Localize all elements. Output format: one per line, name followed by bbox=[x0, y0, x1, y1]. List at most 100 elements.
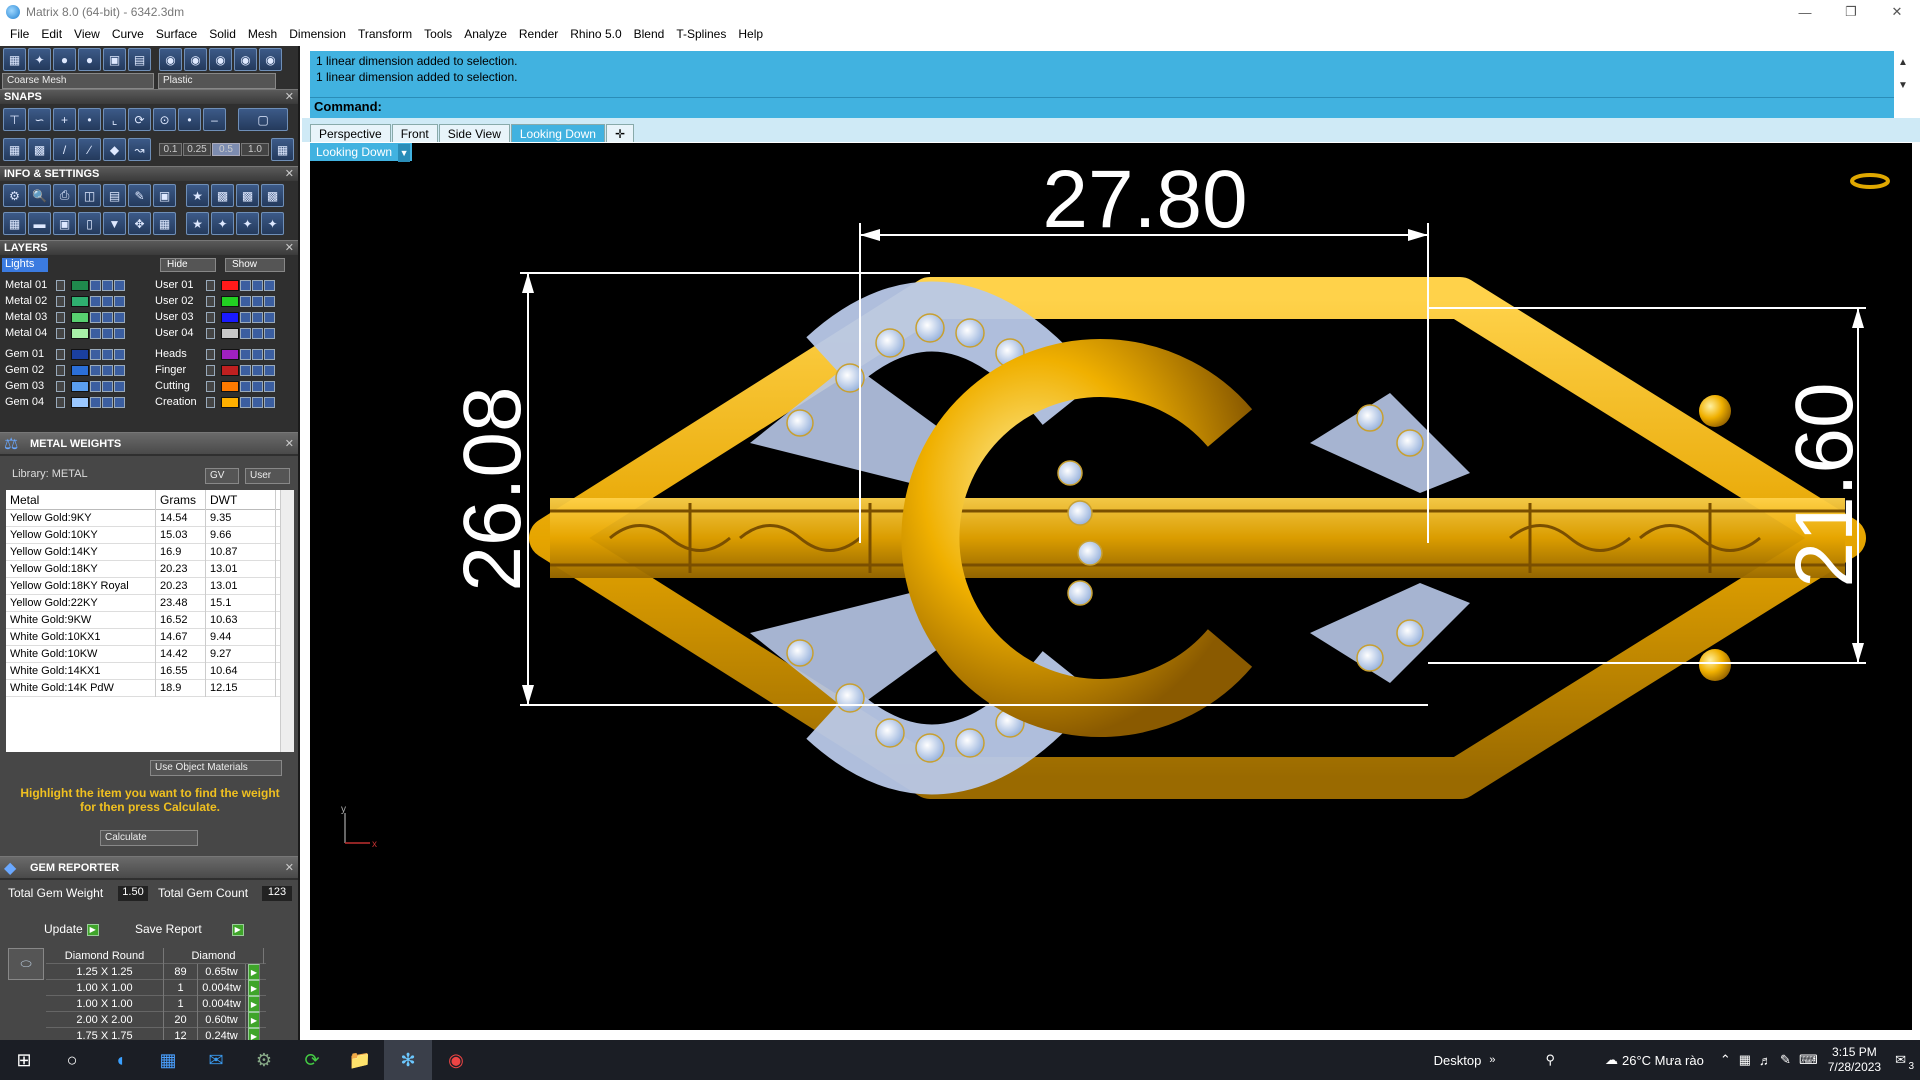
user-button[interactable]: User bbox=[245, 468, 290, 484]
snap-point-icon[interactable]: + bbox=[53, 108, 76, 131]
tool-g-icon[interactable]: ✦ bbox=[236, 212, 259, 235]
snap-int-icon[interactable]: ⟳ bbox=[128, 108, 151, 131]
snap-quad-icon[interactable]: – bbox=[203, 108, 226, 131]
wireframe-icon[interactable]: ▦ bbox=[3, 48, 26, 71]
chrome-icon[interactable]: ◉ bbox=[432, 1040, 480, 1080]
mail-icon[interactable]: ✉ bbox=[192, 1040, 240, 1080]
restore-button[interactable]: ❐ bbox=[1828, 0, 1874, 24]
window-icon[interactable]: ▬ bbox=[28, 212, 51, 235]
current-icon[interactable] bbox=[264, 327, 275, 339]
box-icon[interactable]: ▣ bbox=[53, 212, 76, 235]
left-layer-row[interactable]: Metal 01 bbox=[2, 278, 125, 292]
layer-expand-icon[interactable] bbox=[56, 279, 65, 291]
network-icon[interactable]: ▦ bbox=[1739, 1052, 1751, 1068]
history-scrollbar[interactable]: ▲ ▼ bbox=[1896, 51, 1910, 97]
table-row[interactable]: Yellow Gold:9KY 14.54 9.35 bbox=[6, 509, 294, 527]
current-icon[interactable] bbox=[114, 279, 125, 291]
table-row[interactable]: 1.00 X 1.00 1 0.004tw ▶ bbox=[46, 979, 266, 996]
mesh-quality-select[interactable]: Coarse Mesh bbox=[2, 73, 154, 89]
visible-icon[interactable] bbox=[102, 327, 113, 339]
pen-icon[interactable]: ✎ bbox=[1780, 1052, 1791, 1068]
layer-color-swatch[interactable] bbox=[71, 311, 89, 323]
layer-expand-icon[interactable] bbox=[206, 396, 215, 408]
menu-file[interactable]: File bbox=[4, 27, 35, 41]
menu-blend[interactable]: Blend bbox=[628, 27, 671, 41]
close-button[interactable]: ✕ bbox=[1874, 0, 1920, 24]
grid-small-icon[interactable]: ▦ bbox=[153, 212, 176, 235]
rendered-sphere-icon[interactable]: ● bbox=[78, 48, 101, 71]
layer-expand-icon[interactable] bbox=[206, 348, 215, 360]
left-layer-row[interactable]: Gem 04 bbox=[2, 395, 125, 409]
add-tab-icon[interactable]: ✛ bbox=[605, 124, 634, 142]
menu-surface[interactable]: Surface bbox=[150, 27, 203, 41]
menu-view[interactable]: View bbox=[68, 27, 106, 41]
layer-expand-icon[interactable] bbox=[56, 396, 65, 408]
layer-color-swatch[interactable] bbox=[71, 364, 89, 376]
layer-expand-icon[interactable] bbox=[206, 311, 215, 323]
menu-edit[interactable]: Edit bbox=[35, 27, 68, 41]
tray-chevron-icon[interactable]: ⌃ bbox=[1720, 1052, 1731, 1068]
command-line[interactable]: Command: bbox=[310, 97, 1894, 115]
snap-near-icon[interactable]: ∽ bbox=[28, 108, 51, 131]
arrow-right-icon[interactable]: ▶ bbox=[248, 995, 260, 1012]
show-button[interactable]: Show bbox=[225, 258, 285, 272]
visible-icon[interactable] bbox=[102, 279, 113, 291]
current-icon[interactable] bbox=[114, 364, 125, 376]
menu-curve[interactable]: Curve bbox=[106, 27, 150, 41]
lock-icon[interactable] bbox=[240, 311, 251, 323]
table-row[interactable]: Yellow Gold:18KY 20.23 13.01 bbox=[6, 560, 294, 578]
file-explorer-icon[interactable]: 📁 bbox=[336, 1040, 384, 1080]
menu-tsplines[interactable]: T-Splines bbox=[670, 27, 732, 41]
left-layer-row[interactable]: Gem 02 bbox=[2, 363, 125, 377]
lock-icon[interactable] bbox=[240, 279, 251, 291]
table-row[interactable]: White Gold:14K PdW 18.9 12.15 bbox=[6, 679, 294, 697]
layer-expand-icon[interactable] bbox=[206, 295, 215, 307]
menu-render[interactable]: Render bbox=[513, 27, 564, 41]
lock-icon[interactable] bbox=[90, 279, 101, 291]
tool-f-icon[interactable]: ✦ bbox=[211, 212, 234, 235]
tab-front[interactable]: Front bbox=[391, 124, 438, 142]
volume-icon[interactable]: ♬ bbox=[1759, 1053, 1772, 1068]
menu-help[interactable]: Help bbox=[732, 27, 769, 41]
layer-color-swatch[interactable] bbox=[221, 348, 239, 360]
diamond-shape-icon[interactable]: ⬭ bbox=[8, 948, 44, 980]
tab-perspective[interactable]: Perspective bbox=[310, 124, 391, 142]
notification-icon[interactable]: ✉ 3 bbox=[1895, 1052, 1914, 1072]
layer-expand-icon[interactable] bbox=[56, 364, 65, 376]
matrix-app-icon[interactable]: ✻ bbox=[384, 1040, 432, 1080]
snap-end-icon[interactable]: ⊤ bbox=[3, 108, 26, 131]
table-row[interactable]: Yellow Gold:10KY 15.03 9.66 bbox=[6, 526, 294, 544]
left-layer-row[interactable]: Metal 04 bbox=[2, 326, 125, 340]
lock-icon[interactable] bbox=[90, 348, 101, 360]
lock-icon[interactable] bbox=[90, 295, 101, 307]
calculate-button[interactable]: Calculate bbox=[100, 830, 198, 846]
tool-a-icon[interactable]: ★ bbox=[186, 184, 209, 207]
current-icon[interactable] bbox=[264, 396, 275, 408]
layer-color-swatch[interactable] bbox=[221, 295, 239, 307]
visible-icon[interactable] bbox=[102, 311, 113, 323]
lock-icon[interactable] bbox=[240, 364, 251, 376]
update-button[interactable]: Update ▶ bbox=[44, 922, 99, 936]
layer-expand-icon[interactable] bbox=[206, 364, 215, 376]
clock[interactable]: 3:15 PM 7/28/2023 bbox=[1828, 1045, 1881, 1075]
environment-icon[interactable]: ▤ bbox=[128, 48, 151, 71]
current-icon[interactable] bbox=[264, 348, 275, 360]
tool-c-icon[interactable]: ▩ bbox=[236, 184, 259, 207]
table-row[interactable]: 2.00 X 2.00 20 0.60tw ▶ bbox=[46, 1011, 266, 1028]
material-sphere-4-icon[interactable]: ◉ bbox=[234, 48, 257, 71]
layer-expand-icon[interactable] bbox=[206, 327, 215, 339]
snap-value-01[interactable]: 0.1 bbox=[159, 143, 182, 156]
current-icon[interactable] bbox=[114, 348, 125, 360]
ortho-toggle-icon[interactable]: ▢ bbox=[238, 108, 288, 131]
lock-icon[interactable] bbox=[240, 380, 251, 392]
save-report-button[interactable]: Save Report ▶ bbox=[135, 922, 244, 936]
right-layer-row[interactable]: User 02 bbox=[152, 294, 275, 308]
layer-color-swatch[interactable] bbox=[71, 380, 89, 392]
current-icon[interactable] bbox=[114, 311, 125, 323]
visible-icon[interactable] bbox=[252, 380, 263, 392]
current-icon[interactable] bbox=[114, 380, 125, 392]
layer-expand-icon[interactable] bbox=[56, 380, 65, 392]
layer-color-swatch[interactable] bbox=[221, 327, 239, 339]
current-icon[interactable] bbox=[114, 396, 125, 408]
hide-button[interactable]: Hide bbox=[160, 258, 216, 272]
